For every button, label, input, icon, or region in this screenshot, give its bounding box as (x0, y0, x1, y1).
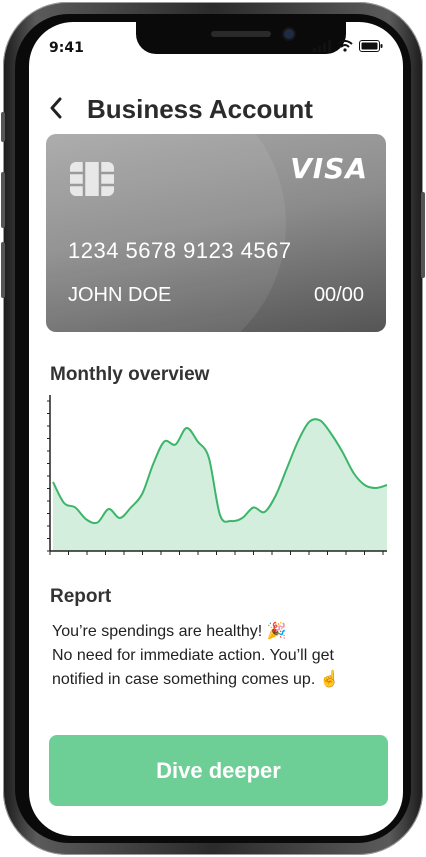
power-button (421, 192, 425, 278)
status-time: 9:41 (49, 40, 84, 56)
card-holder: JOHN DOE (68, 284, 172, 306)
report-title: Report (50, 586, 112, 607)
phone-frame: 9:41 Business Account VISA 1234 5678 912… (1, 2, 425, 855)
mute-switch (1, 112, 5, 142)
report-line: No need for immediate action. You’ll get (52, 647, 334, 664)
card-expiry: 00/00 (313, 284, 364, 306)
card-chip-icon (70, 162, 114, 200)
speaker (211, 31, 271, 37)
credit-card[interactable]: VISA 1234 5678 9123 4567 JOHN DOE 00/00 (46, 134, 386, 332)
screen: 9:41 Business Account VISA 1234 5678 912… (29, 22, 403, 836)
overview-title: Monthly overview (50, 364, 210, 385)
overview-chart (47, 395, 388, 555)
volume-down-button (1, 242, 5, 298)
report-line: notified in case something comes up. ☝ (52, 671, 340, 688)
status-icons (313, 40, 383, 52)
wifi-icon (337, 40, 353, 52)
dive-deeper-button[interactable]: Dive deeper (49, 735, 388, 806)
page-title: Business Account (87, 94, 313, 124)
header: Business Account (49, 94, 313, 125)
chart-area-fill (53, 419, 387, 551)
report-line: You’re spendings are healthy! 🎉 (52, 623, 287, 640)
camera-icon (284, 29, 294, 39)
battery-icon (359, 40, 383, 52)
volume-up-button (1, 172, 5, 228)
visa-logo: VISA (290, 152, 368, 185)
signal-icon (313, 40, 331, 52)
card-number: 1234 5678 9123 4567 (68, 238, 292, 263)
report-text: You’re spendings are healthy! 🎉 No need … (52, 620, 382, 692)
chevron-left-icon[interactable] (49, 97, 79, 123)
